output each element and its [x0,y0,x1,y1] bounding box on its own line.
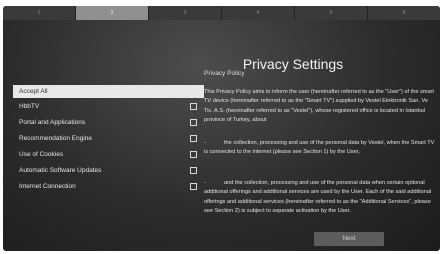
accept-all-option[interactable]: Accept All [13,85,204,98]
tv-screen: 1 2 3 4 5 6 Privacy Settings Privacy Pol… [3,6,440,251]
policy-heading: Privacy Policy [204,70,245,77]
step-2-current: 2 [76,6,149,20]
internet-connection-option[interactable]: Internet Connection [13,180,204,193]
recommendation-engine-checkbox[interactable] [190,135,197,142]
use-of-cookies-checkbox[interactable] [190,151,197,158]
hbbtv-option[interactable]: HbbTV [13,100,204,113]
hbbtv-checkbox[interactable] [190,103,197,110]
next-button[interactable]: Next [314,232,384,246]
use-of-cookies-option[interactable]: Use of Cookies [13,148,204,161]
recommendation-engine-option[interactable]: Recommendation Engine [13,132,204,145]
policy-paragraph-intro: This Privacy Policy aims to inform the u… [204,89,434,123]
step-1: 1 [3,6,76,20]
setup-progress-steps: 1 2 3 4 5 6 [3,6,440,20]
automatic-software-updates-option[interactable]: Automatic Software Updates [13,164,204,177]
step-6: 6 [368,6,440,20]
internet-connection-checkbox[interactable] [190,183,197,190]
portal-applications-checkbox[interactable] [190,119,197,126]
policy-paragraph-additional-text: and the collection, processing and use o… [204,180,432,214]
automatic-software-updates-checkbox[interactable] [190,167,197,174]
policy-paragraph-collection-text: the collection, processing and use of th… [204,140,435,156]
bullet-dash: - [204,180,206,186]
policy-paragraph-collection: - the collection, processing and use of t… [204,139,436,158]
policy-paragraph-additional: - and the collection, processing and use … [204,179,436,216]
step-4: 4 [222,6,295,20]
portal-applications-option[interactable]: Portal and Applications [13,116,204,129]
bullet-dash: - [204,140,206,146]
step-3: 3 [149,6,222,20]
step-5: 5 [295,6,368,20]
